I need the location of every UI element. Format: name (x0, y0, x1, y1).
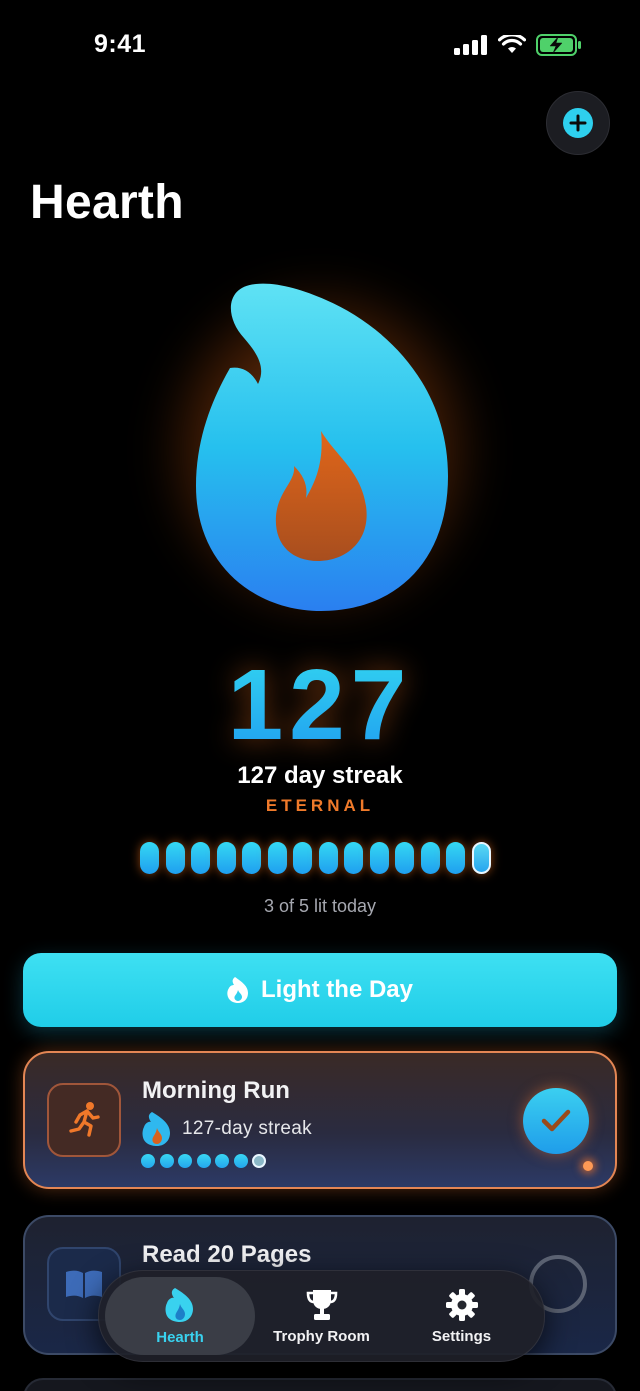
streak-count: 127 (0, 648, 640, 763)
ember-spark (583, 1161, 593, 1171)
habit-streak-row: 127-day streak (142, 1111, 312, 1147)
progress-pill (267, 842, 287, 874)
flame-icon (165, 1287, 193, 1322)
light-the-day-button[interactable]: Light the Day (23, 953, 617, 1027)
progress-pill (191, 842, 210, 874)
checkmark-icon (541, 1109, 571, 1132)
cellular-signal-icon (454, 35, 487, 55)
book-icon (66, 1270, 102, 1298)
progress-pill (344, 842, 363, 874)
tab-settings[interactable]: Settings (399, 1271, 524, 1361)
habit-icon-tile (47, 1083, 121, 1157)
streak-tier-badge: ETERNAL (265, 796, 375, 815)
trophy-icon (306, 1289, 337, 1320)
tab-label: Hearth (156, 1328, 204, 1346)
status-icons (454, 34, 582, 56)
progress-pill (140, 842, 159, 874)
daily-progress-pills (140, 842, 491, 874)
day-dot (178, 1154, 192, 1168)
progress-pill (369, 842, 389, 874)
streak-label: 127 day streak (237, 762, 403, 789)
page-title: Hearth (30, 176, 184, 229)
light-the-day-label: Light the Day (260, 976, 413, 1003)
progress-pill (216, 842, 236, 874)
wifi-icon (498, 35, 526, 53)
tab-label: Trophy Room (273, 1327, 370, 1345)
day-dot (159, 1154, 174, 1168)
tab-trophy-room[interactable]: Trophy Room (259, 1271, 384, 1361)
gear-icon (445, 1288, 478, 1321)
lit-today-count: 3 of 5 lit today (263, 896, 377, 916)
day-dot (196, 1154, 211, 1168)
habit-name: Read 20 Pages (142, 1241, 312, 1268)
day-dot (141, 1154, 155, 1168)
day-dot (233, 1154, 248, 1168)
day-dot-current (252, 1154, 266, 1168)
flame-icon (142, 1112, 170, 1146)
progress-pill (293, 842, 312, 874)
progress-pill (420, 842, 440, 874)
progress-pill (318, 842, 338, 874)
plus-icon (563, 108, 593, 138)
day-dot (215, 1154, 229, 1168)
battery-charging-icon (536, 34, 581, 56)
progress-pill (242, 842, 261, 874)
complete-toggle[interactable] (523, 1088, 589, 1154)
habit-name: Morning Run (142, 1077, 290, 1104)
week-dots (141, 1154, 266, 1168)
progress-pill (446, 842, 465, 874)
status-time: 9:41 (94, 30, 147, 58)
progress-pill (165, 842, 185, 874)
hearth-screen: 9:41 Hearth 127 127 day streak ETERNAL 3… (0, 0, 640, 1391)
add-habit-button[interactable] (546, 91, 610, 155)
habit-card-partial (23, 1378, 617, 1391)
progress-pill (395, 842, 414, 874)
tab-hearth[interactable]: Hearth (105, 1277, 255, 1355)
tab-label: Settings (431, 1327, 492, 1345)
tab-bar: Hearth Trophy Room Settings (98, 1270, 545, 1362)
habit-card-morning-run[interactable]: Morning Run 127-day streak (23, 1051, 617, 1189)
habit-streak-text: 127-day streak (182, 1118, 312, 1139)
hero-flame-icon (196, 283, 448, 611)
flame-icon (227, 977, 248, 1003)
progress-pill-current (471, 842, 491, 874)
runner-icon (69, 1102, 100, 1137)
